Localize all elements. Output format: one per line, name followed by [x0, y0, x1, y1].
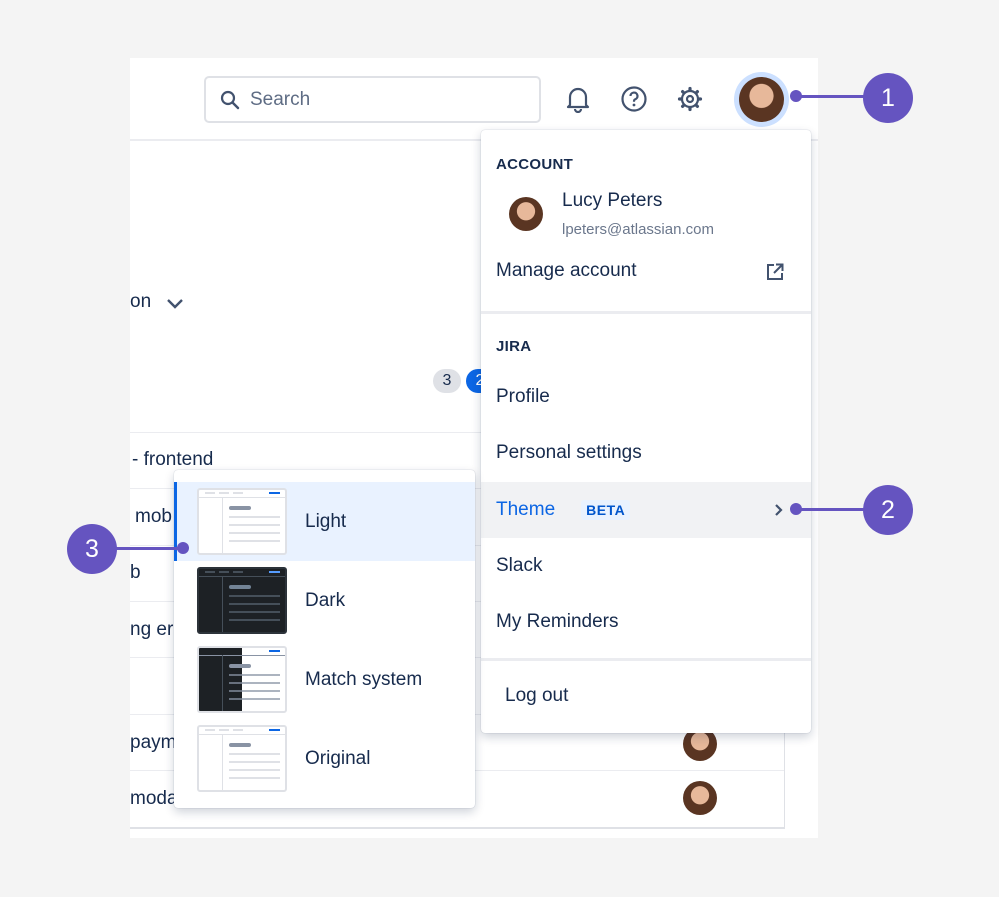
menu-item-label: Slack [496, 555, 543, 576]
table-row[interactable]: mob [135, 506, 172, 528]
logout-button[interactable]: Log out [481, 668, 811, 724]
menu-item-my-reminders[interactable]: My Reminders [481, 594, 811, 650]
search-icon [220, 90, 240, 110]
external-link-icon [765, 262, 785, 282]
manage-account-label: Manage account [496, 260, 637, 281]
theme-option-light[interactable]: Light [174, 482, 475, 561]
logout-label: Log out [505, 685, 569, 706]
menu-item-profile[interactable]: Profile [481, 369, 811, 425]
theme-option-label: Original [305, 747, 371, 769]
table-row[interactable]: - frontend [132, 449, 213, 471]
original-theme-preview [197, 725, 287, 792]
jira-heading: JIRA [496, 338, 532, 355]
table-row[interactable]: paym [130, 732, 176, 754]
menu-item-slack[interactable]: Slack [481, 538, 811, 594]
callout-line [797, 508, 865, 511]
account-menu: ACCOUNT Lucy Peters lpeters@atlassian.co… [481, 130, 811, 733]
avatar-button[interactable] [734, 72, 789, 127]
beta-badge: BETA [581, 500, 631, 520]
menu-item-label: Theme [496, 499, 556, 520]
user-name: Lucy Peters [562, 190, 663, 211]
user-avatar [509, 197, 543, 231]
callout-1: 1 [863, 73, 913, 123]
theme-option-match-system[interactable]: Match system [174, 640, 475, 719]
theme-option-original[interactable]: Original [174, 719, 475, 798]
row-divider [130, 827, 785, 829]
callout-dot [790, 90, 802, 102]
theme-submenu: Light Dark Match system Original [174, 470, 475, 808]
menu-item-theme[interactable]: Theme BETA [481, 482, 811, 538]
avatar [739, 77, 784, 122]
user-email: lpeters@atlassian.com [562, 221, 714, 238]
assignee-avatar [683, 781, 717, 815]
chevron-down-icon[interactable] [165, 293, 185, 313]
callout-line [796, 95, 866, 98]
account-heading: ACCOUNT [496, 156, 574, 173]
menu-divider [481, 658, 811, 661]
table-row[interactable]: moda [130, 788, 178, 810]
light-theme-preview [197, 488, 287, 555]
theme-option-label: Dark [305, 589, 346, 611]
count-badge: 3 [433, 369, 461, 393]
callout-2: 2 [863, 485, 913, 535]
theme-option-label: Match system [305, 668, 423, 690]
menu-item-personal-settings[interactable]: Personal settings [481, 425, 811, 481]
manage-account-link[interactable]: Manage account [481, 243, 811, 299]
callout-dot [790, 503, 802, 515]
filter-label: on [130, 291, 152, 312]
menu-item-label: Profile [496, 386, 550, 407]
help-icon[interactable] [620, 85, 648, 113]
system-theme-preview [197, 646, 287, 713]
theme-option-label: Light [305, 510, 347, 532]
callout-dot [177, 542, 189, 554]
bell-icon[interactable] [564, 85, 592, 113]
callout-line [114, 547, 184, 550]
callout-3: 3 [67, 524, 117, 574]
chevron-right-icon [773, 503, 785, 517]
dark-theme-preview [197, 567, 287, 634]
table-row[interactable]: ng er [130, 619, 173, 641]
search-placeholder: Search [250, 88, 311, 110]
search-input[interactable]: Search [204, 76, 541, 123]
menu-item-label: Personal settings [496, 442, 642, 463]
menu-divider [481, 311, 811, 314]
menu-item-label: My Reminders [496, 611, 619, 632]
table-row[interactable]: b [130, 562, 141, 584]
theme-option-dark[interactable]: Dark [174, 561, 475, 640]
gear-icon[interactable] [676, 85, 704, 113]
